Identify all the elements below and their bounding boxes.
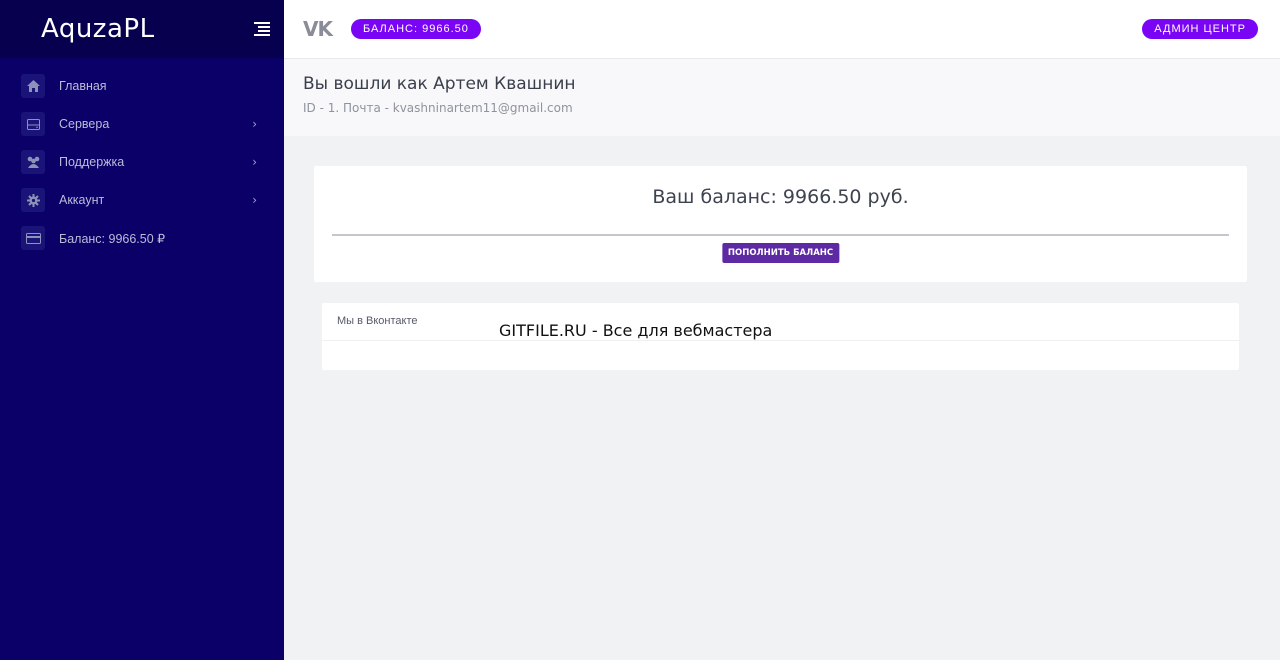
page-title: Вы вошли как Артем Квашнин — [303, 74, 576, 94]
home-icon — [21, 74, 45, 98]
chevron-right-icon: › — [252, 117, 257, 131]
sidebar-item-label: Сервера — [59, 117, 110, 131]
sidebar-item-label: Баланс: 9966.50 ₽ — [59, 231, 166, 246]
top-navbar: VK БАЛАНС: 9966.50 АДМИН ЦЕНТР — [284, 0, 1280, 59]
balance-badge[interactable]: БАЛАНС: 9966.50 — [350, 19, 481, 39]
sidebar-item-label: Главная — [59, 79, 107, 93]
vk-widget-card: Мы в Вконтакте — [322, 303, 1239, 370]
divider — [332, 234, 1229, 236]
chevron-right-icon: › — [252, 155, 257, 169]
user-info: ID - 1. Почта - kvashninartem11@gmail.co… — [303, 101, 573, 115]
sidebar-item-support[interactable]: Поддержка › — [0, 143, 284, 181]
credit-card-icon — [21, 226, 45, 250]
sidebar-item-label: Аккаунт — [59, 193, 105, 207]
balance-text: Ваш баланс: 9966.50 руб. — [652, 186, 909, 208]
admin-center-button[interactable]: АДМИН ЦЕНТР — [1142, 19, 1258, 39]
sidebar-item-balance[interactable]: Баланс: 9966.50 ₽ — [0, 219, 284, 257]
sidebar: AquzaPL Главная Сервера › Поддержка › Ак… — [0, 0, 284, 660]
gear-icon — [21, 188, 45, 212]
server-icon — [21, 112, 45, 136]
watermark-text: GITFILE.RU - Все для вебмастера — [499, 321, 773, 340]
users-icon — [21, 150, 45, 174]
menu-toggle-icon[interactable] — [254, 22, 270, 36]
sidebar-item-servers[interactable]: Сервера › — [0, 105, 284, 143]
sidebar-item-home[interactable]: Главная — [0, 67, 284, 105]
sidebar-item-label: Поддержка — [59, 155, 125, 169]
page-header: Вы вошли как Артем Квашнин ID - 1. Почта… — [284, 59, 1280, 136]
balance-card: Ваш баланс: 9966.50 руб. ПОПОЛНИТЬ БАЛАН… — [314, 166, 1247, 282]
vk-card-title: Мы в Вконтакте — [322, 303, 1239, 341]
chevron-right-icon: › — [252, 193, 257, 207]
sidebar-menu: Главная Сервера › Поддержка › Аккаунт › — [0, 58, 284, 257]
brand-bar: AquzaPL — [0, 0, 284, 58]
sidebar-item-account[interactable]: Аккаунт › — [0, 181, 284, 219]
brand-logo[interactable]: AquzaPL — [41, 14, 155, 44]
vk-icon[interactable]: VK — [303, 17, 333, 41]
top-up-balance-button[interactable]: ПОПОЛНИТЬ БАЛАНС — [721, 243, 840, 263]
